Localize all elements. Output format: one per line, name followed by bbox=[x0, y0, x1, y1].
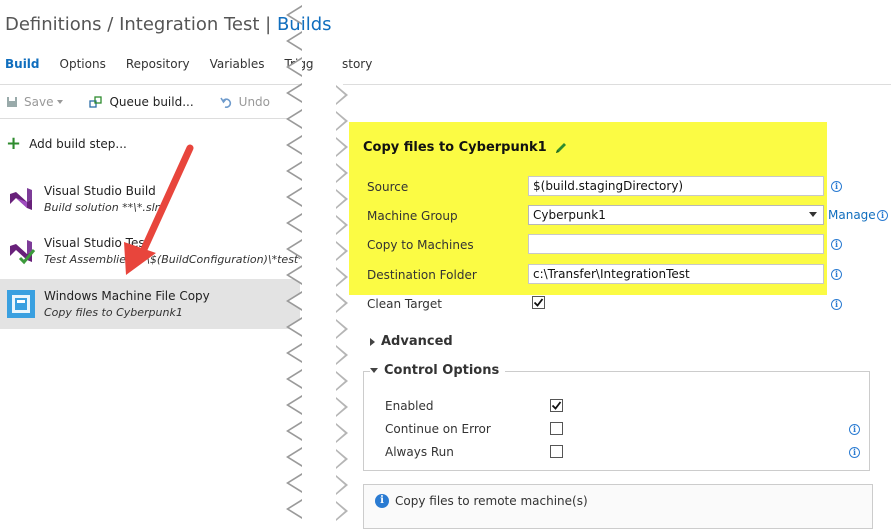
task-info-text: i Copy files to remote machine(s) bbox=[375, 494, 588, 508]
destination-folder-label: Destination Folder bbox=[367, 268, 477, 282]
destination-folder-input[interactable]: c:\Transfer\IntegrationTest bbox=[528, 264, 824, 284]
queue-build-icon bbox=[89, 95, 103, 108]
chevron-down-icon bbox=[809, 212, 817, 217]
source-input[interactable]: $(build.stagingDirectory) bbox=[528, 176, 824, 196]
chevron-right-icon bbox=[370, 337, 375, 346]
breadcrumb-separator: / bbox=[101, 14, 120, 35]
breadcrumb-separator: | bbox=[259, 14, 277, 35]
info-icon[interactable]: i bbox=[877, 210, 888, 221]
divider bbox=[0, 84, 302, 85]
divider bbox=[0, 118, 302, 119]
toolbar: Save Queue build... Undo bbox=[6, 95, 296, 109]
breadcrumb-definitions[interactable]: Definitions bbox=[5, 14, 102, 35]
enabled-label: Enabled bbox=[385, 399, 434, 413]
torn-edge bbox=[336, 85, 348, 521]
copy-to-machines-input[interactable] bbox=[528, 234, 824, 254]
copy-to-machines-label: Copy to Machines bbox=[367, 238, 474, 252]
pencil-icon[interactable] bbox=[554, 141, 568, 155]
visual-studio-test-icon bbox=[10, 240, 36, 265]
info-icon[interactable]: i bbox=[831, 269, 842, 280]
tab-build[interactable]: Build bbox=[5, 57, 40, 71]
visual-studio-icon bbox=[6, 184, 36, 214]
info-icon: i bbox=[375, 494, 389, 508]
always-run-checkbox[interactable] bbox=[550, 445, 563, 458]
save-icon bbox=[7, 97, 17, 107]
divider bbox=[343, 84, 891, 85]
checkmark-icon bbox=[551, 401, 562, 410]
advanced-label: Advanced bbox=[381, 334, 453, 349]
advanced-section-toggle[interactable]: Advanced bbox=[370, 334, 453, 349]
tab-repository[interactable]: Repository bbox=[126, 57, 190, 71]
step-subtitle: Copy files to Cyberpunk1 bbox=[44, 306, 183, 319]
tab-variables[interactable]: Variables bbox=[210, 57, 265, 71]
manage-link[interactable]: Manage bbox=[828, 208, 876, 222]
info-icon[interactable]: i bbox=[849, 424, 860, 435]
save-button[interactable]: Save bbox=[6, 95, 64, 109]
source-label: Source bbox=[367, 180, 409, 194]
info-icon[interactable]: i bbox=[849, 447, 860, 458]
file-copy-icon bbox=[7, 290, 35, 318]
undo-button[interactable]: Undo bbox=[219, 95, 271, 109]
always-run-label: Always Run bbox=[385, 445, 454, 459]
chevron-down-icon bbox=[370, 368, 378, 373]
info-icon[interactable]: i bbox=[831, 181, 842, 192]
machine-group-select[interactable]: Cyberpunk1 bbox=[528, 205, 824, 225]
control-options-toggle[interactable]: Control Options bbox=[370, 363, 506, 378]
save-label: Save bbox=[24, 95, 54, 109]
clean-target-checkbox[interactable] bbox=[532, 296, 545, 309]
clean-target-label: Clean Target bbox=[367, 297, 442, 311]
machine-group-label: Machine Group bbox=[367, 209, 458, 223]
torn-edge bbox=[286, 5, 302, 519]
queue-build-label: Queue build... bbox=[109, 95, 194, 109]
chevron-down-icon bbox=[57, 100, 64, 104]
task-description: Copy files to remote machine(s) bbox=[395, 494, 588, 508]
enabled-checkbox[interactable] bbox=[550, 399, 563, 412]
undo-icon bbox=[219, 97, 231, 108]
info-icon[interactable]: i bbox=[831, 299, 842, 310]
plus-icon: + bbox=[6, 133, 22, 154]
tab-options[interactable]: Options bbox=[60, 57, 106, 71]
queue-build-button[interactable]: Queue build... bbox=[89, 95, 194, 109]
checkmark-icon bbox=[533, 298, 544, 307]
annotation-arrow bbox=[124, 144, 194, 275]
task-title-text: Copy files to Cyberpunk1 bbox=[363, 140, 547, 155]
continue-on-error-checkbox[interactable] bbox=[550, 422, 563, 435]
undo-label: Undo bbox=[238, 95, 271, 109]
add-build-step-label: Add build step... bbox=[29, 137, 127, 151]
info-icon[interactable]: i bbox=[831, 239, 842, 250]
breadcrumb-integration-test[interactable]: Integration Test bbox=[119, 14, 259, 35]
task-title: Copy files to Cyberpunk1 bbox=[363, 140, 568, 155]
step-title: Windows Machine File Copy bbox=[44, 289, 210, 303]
control-options-label: Control Options bbox=[384, 363, 500, 378]
machine-group-value: Cyberpunk1 bbox=[533, 208, 606, 222]
build-step-windows-machine-file-copy[interactable]: Windows Machine File Copy Copy files to … bbox=[0, 279, 300, 329]
tab-history[interactable]: story bbox=[342, 57, 372, 71]
group-border bbox=[495, 371, 870, 372]
continue-on-error-label: Continue on Error bbox=[385, 422, 491, 436]
add-build-step-button[interactable]: + Add build step... bbox=[6, 133, 127, 154]
